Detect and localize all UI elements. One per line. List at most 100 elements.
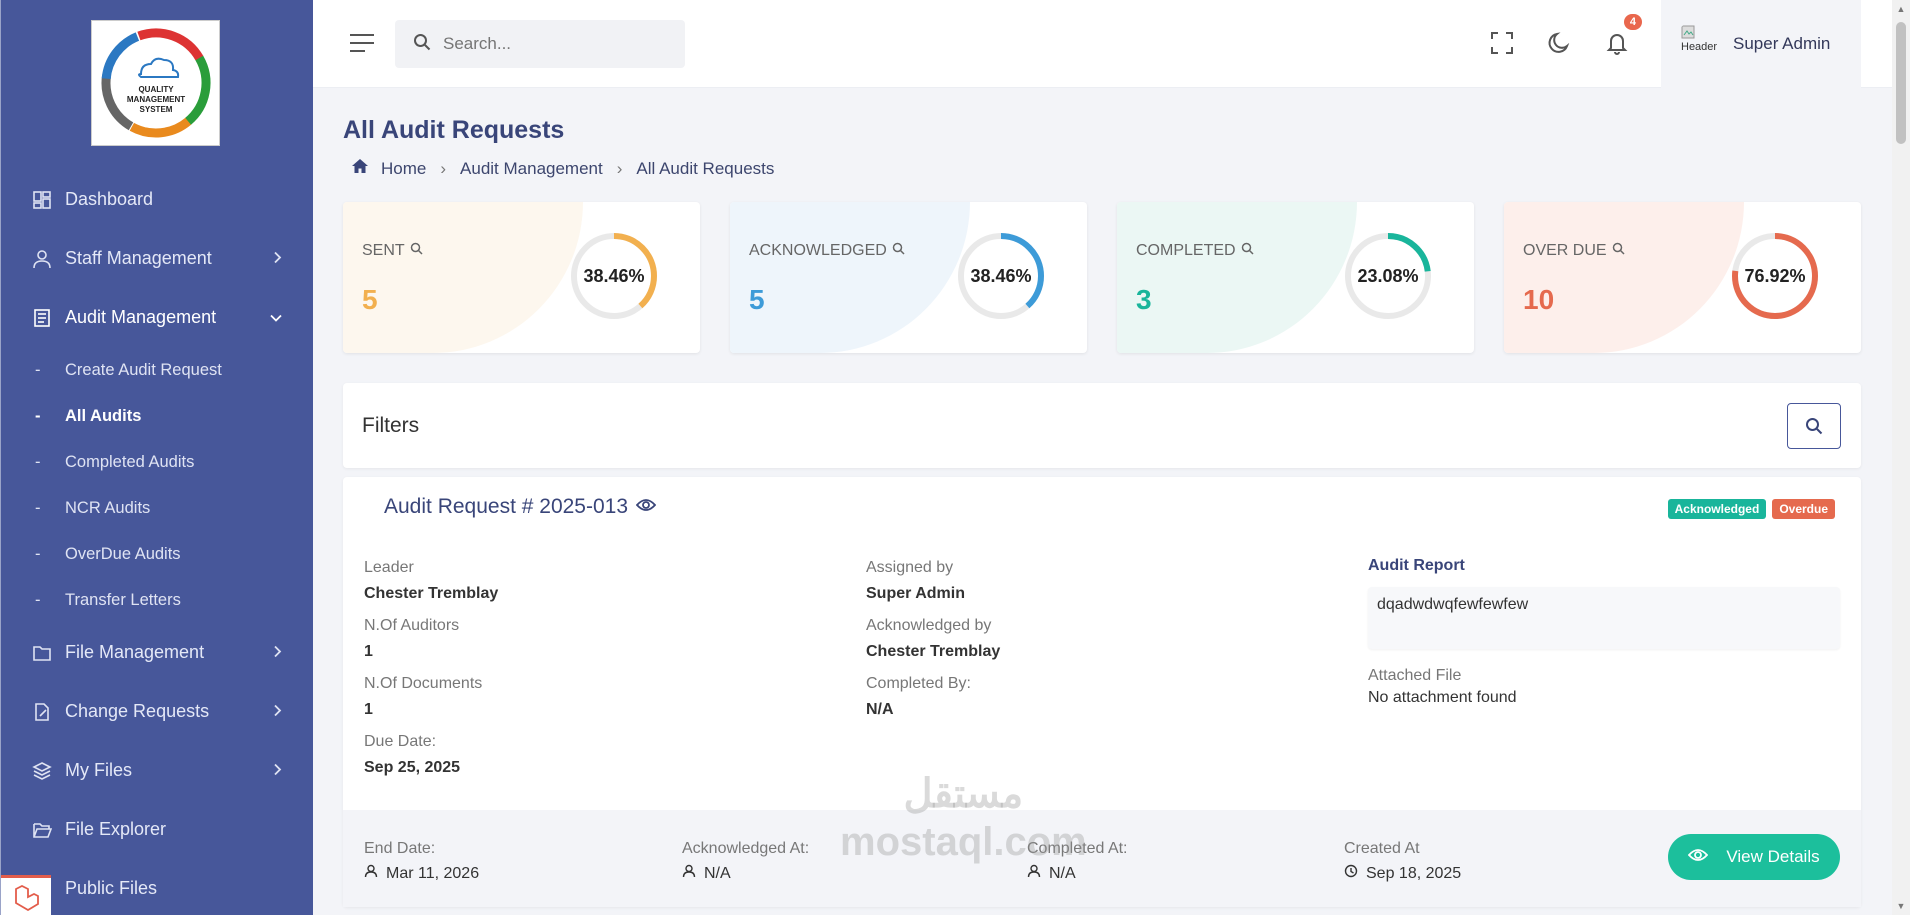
sidebar-item-label: My Files [65, 760, 132, 780]
home-icon[interactable] [351, 158, 369, 179]
end-date-label: End Date: [364, 840, 436, 857]
acknowledged-by-label: Acknowledged by [866, 617, 992, 634]
scroll-thumb[interactable] [1896, 22, 1906, 144]
documents-label: N.Of Documents [364, 675, 483, 692]
search-icon[interactable] [1241, 242, 1254, 260]
leader-value: Chester Tremblay [364, 585, 499, 602]
top-header: 4 Header Super Admin [313, 0, 1910, 88]
sidebar-item-audit-management[interactable]: Audit Management [1, 288, 313, 347]
created-at-group: Created At Sep 18, 2025 [1344, 840, 1461, 883]
view-details-button[interactable]: View Details [1668, 834, 1840, 880]
filters-title: Filters [362, 414, 420, 437]
menu-toggle-icon[interactable] [349, 32, 375, 54]
end-date-value: Mar 11, 2026 [386, 864, 480, 882]
chevron-right-icon: › [440, 158, 447, 178]
chevron-right-icon [273, 248, 283, 269]
stat-card-overdue: OVER DUE 10 76.92% [1504, 202, 1861, 353]
completed-at-value: N/A [1049, 864, 1076, 882]
logo-text-line2: MANAGEMENT [126, 95, 184, 104]
sidebar-subitem-create-audit-request[interactable]: - Create Audit Request [35, 347, 313, 393]
user-icon [682, 864, 696, 883]
search-icon[interactable] [1612, 242, 1625, 260]
stat-value: 5 [362, 284, 378, 315]
due-date-label: Due Date: [364, 733, 437, 750]
page-title: All Audit Requests [343, 116, 565, 144]
search-box [395, 20, 685, 68]
document-icon [31, 307, 53, 329]
search-icon[interactable] [410, 242, 423, 260]
sidebar-item-label: Staff Management [65, 248, 212, 268]
page-scrollbar[interactable]: ▲ ▼ [1892, 0, 1910, 915]
sidebar-subitem-label: OverDue Audits [65, 544, 181, 563]
sidebar-item-label: File Management [65, 642, 205, 662]
sidebar-subitem-label: Completed Audits [65, 452, 195, 471]
watermark: مستقل mostaql.com [840, 770, 1087, 866]
assigned-by-value: Super Admin [866, 585, 965, 602]
attached-file-value: No attachment found [1368, 689, 1517, 706]
stat-label-text: ACKNOWLEDGED [749, 242, 887, 259]
chevron-right-icon [273, 760, 283, 781]
chevron-right-icon: › [616, 158, 623, 178]
layers-icon [31, 760, 53, 782]
assigned-by-label: Assigned by [866, 559, 954, 576]
sidebar-item-label: Audit Management [65, 307, 217, 327]
sidebar-item-file-management[interactable]: File Management [1, 623, 313, 682]
audit-info-column-2: Assigned by Super Admin Acknowledged by … [866, 559, 1000, 733]
end-date-group: End Date: Mar 11, 2026 [364, 840, 479, 883]
stat-label-text: COMPLETED [1136, 242, 1236, 259]
user-name: Super Admin [1733, 34, 1831, 53]
sidebar-subitem-overdue-audits[interactable]: - OverDue Audits [35, 531, 313, 577]
stat-card-sent: SENT 5 38.46% [343, 202, 700, 353]
folder-icon [31, 642, 53, 664]
scroll-up-arrow[interactable]: ▲ [1896, 4, 1906, 14]
completed-by-label: Completed By: [866, 675, 971, 692]
sidebar-subitem-transfer-letters[interactable]: - Transfer Letters [35, 577, 313, 623]
breadcrumb-audit-management[interactable]: Audit Management [460, 159, 603, 179]
stat-label-text: OVER DUE [1523, 242, 1607, 259]
edit-file-icon [31, 701, 53, 723]
stat-percent: 38.46% [583, 265, 645, 286]
sidebar-subitem-label: NCR Audits [65, 498, 151, 517]
breadcrumb: Home › Audit Management › All Audit Requ… [351, 158, 774, 179]
dark-mode-icon[interactable] [1544, 28, 1574, 58]
sidebar-item-my-files[interactable]: My Files [1, 741, 313, 800]
notification-bell-icon[interactable]: 4 [1602, 14, 1642, 58]
scroll-down-arrow[interactable]: ▼ [1896, 901, 1906, 911]
search-input[interactable] [443, 34, 663, 54]
sidebar-item-staff-management[interactable]: Staff Management [1, 229, 313, 288]
audit-info-column-1: Leader Chester Tremblay N.Of Auditors 1 … [364, 559, 498, 791]
sidebar: QUALITY MANAGEMENT SYSTEM Dashboard Staf… [0, 0, 313, 915]
sidebar-item-file-explorer[interactable]: File Explorer [1, 800, 313, 859]
clock-icon [1344, 864, 1358, 883]
filter-search-button[interactable] [1787, 403, 1841, 449]
notification-badge: 4 [1623, 14, 1642, 30]
search-icon[interactable] [892, 242, 905, 260]
sidebar-subitem-label: Transfer Letters [65, 590, 181, 609]
avatar-alt-text: Header [1681, 41, 1718, 53]
app-logo[interactable]: QUALITY MANAGEMENT SYSTEM [91, 20, 220, 146]
stat-value: 3 [1136, 284, 1152, 315]
stat-percent: 23.08% [1357, 265, 1419, 286]
stat-label: COMPLETED [1136, 242, 1254, 260]
sidebar-item-label: File Explorer [65, 819, 167, 839]
stat-percent: 38.46% [970, 265, 1032, 286]
sidebar-item-dashboard[interactable]: Dashboard [1, 170, 313, 229]
user-icon [364, 864, 378, 883]
eye-icon[interactable] [635, 495, 657, 519]
sidebar-subitem-completed-audits[interactable]: - Completed Audits [35, 439, 313, 485]
audit-report-text: dqadwdwqfewfewfew [1368, 587, 1840, 649]
sidebar-item-change-requests[interactable]: Change Requests [1, 682, 313, 741]
user-menu[interactable]: Header Super Admin [1661, 0, 1861, 88]
stat-value: 10 [1523, 284, 1555, 315]
audit-request-title-text: Audit Request # 2025-013 [384, 495, 629, 518]
fullscreen-icon[interactable] [1487, 28, 1517, 58]
audit-request-title[interactable]: Audit Request # 2025-013 [384, 495, 657, 519]
stat-label: ACKNOWLEDGED [749, 242, 905, 260]
acknowledged-at-label: Acknowledged At: [682, 840, 810, 857]
breadcrumb-current: All Audit Requests [636, 158, 775, 178]
sidebar-subitem-ncr-audits[interactable]: - NCR Audits [35, 485, 313, 531]
breadcrumb-home[interactable]: Home [381, 159, 426, 179]
created-at-label: Created At [1344, 840, 1420, 857]
sidebar-subitem-all-audits[interactable]: - All Audits [35, 393, 313, 439]
completed-by-value: N/A [866, 701, 894, 718]
